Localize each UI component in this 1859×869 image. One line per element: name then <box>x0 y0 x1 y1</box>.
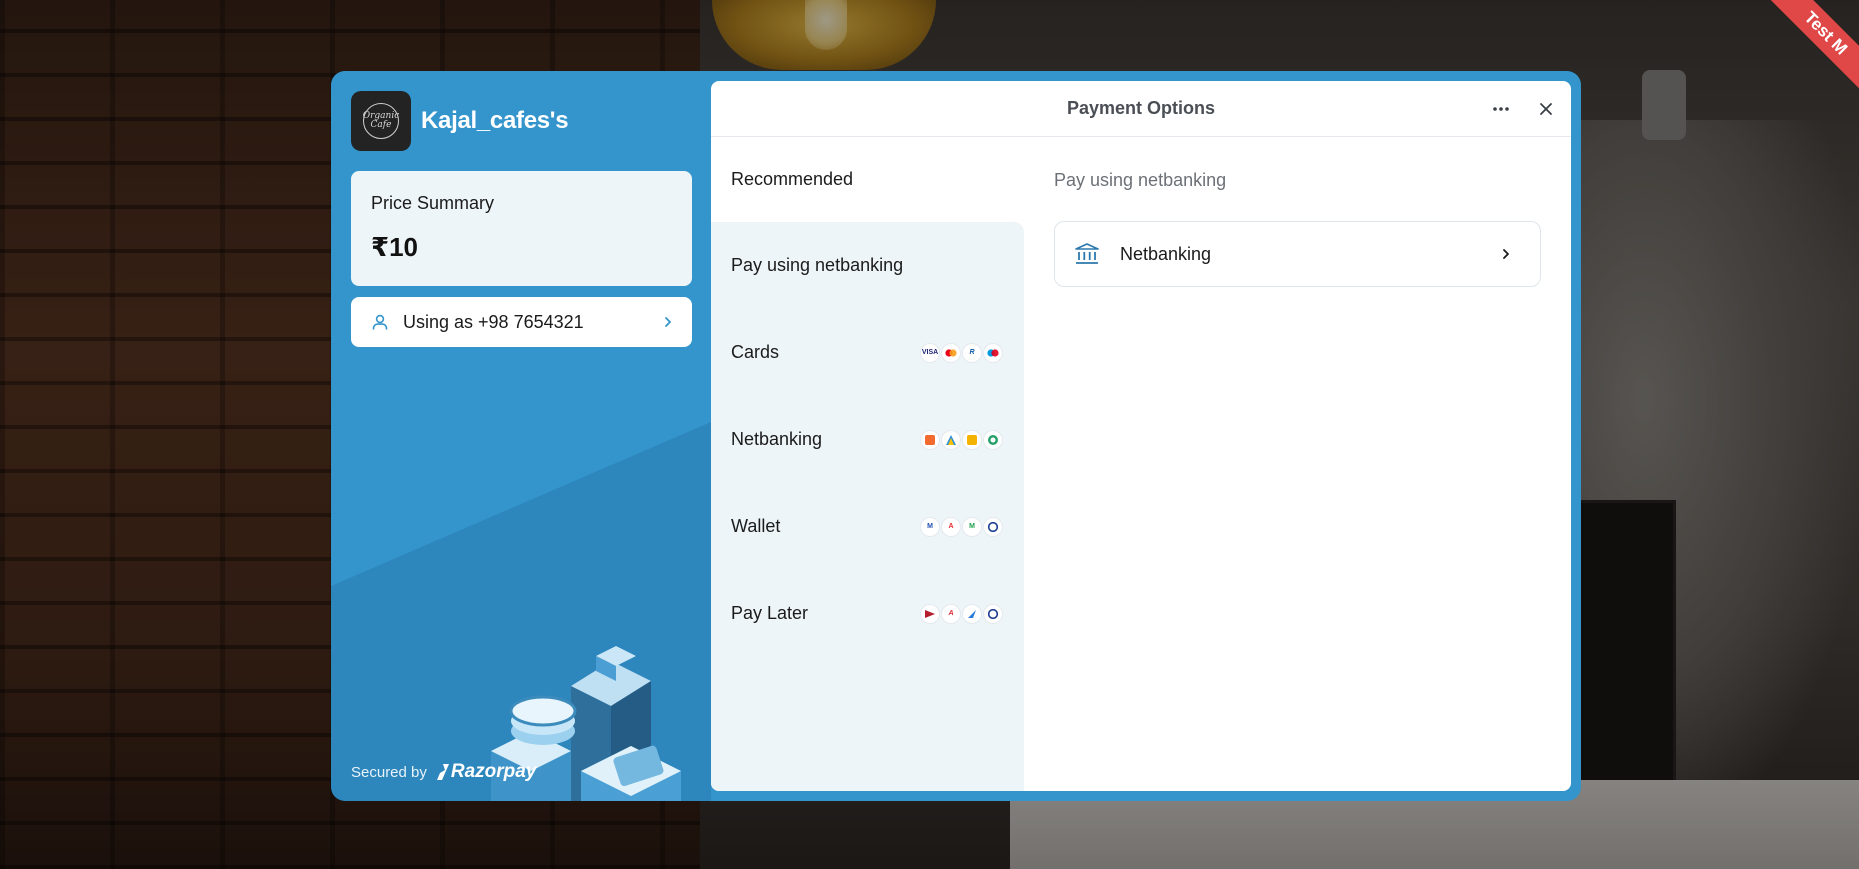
chevron-right-icon <box>1503 249 1509 259</box>
rupay-icon: R <box>963 343 981 362</box>
maestro-icon <box>984 343 1002 362</box>
card-network-icons: VISA R <box>921 343 1002 362</box>
method-label: Pay using netbanking <box>731 255 904 275</box>
recommended-heading: Recommended <box>711 137 1024 222</box>
wallet-icon <box>984 517 1002 536</box>
method-netbanking[interactable]: Netbanking <box>711 396 1024 483</box>
pay-later-icon <box>984 604 1002 623</box>
checkout-modal: Organic Cafe Kajal_cafes's Price Summary… <box>331 71 1581 801</box>
pay-later-icon: A <box>942 604 960 623</box>
secured-by-footer: Secured by Razorpay <box>351 761 536 783</box>
pay-later-icon <box>921 604 939 623</box>
user-icon <box>372 314 388 330</box>
method-pay-using-netbanking[interactable]: Pay using netbanking <box>711 222 1024 309</box>
bank-icon <box>1075 243 1099 264</box>
merchant-logo-text: Organic Cafe <box>363 103 399 139</box>
method-cards[interactable]: Cards VISA R <box>711 309 1024 396</box>
close-icon[interactable] <box>1537 100 1555 118</box>
netbanking-option[interactable]: Netbanking <box>1054 221 1541 287</box>
panel-title: Payment Options <box>1066 98 1216 118</box>
method-pay-later[interactable]: Pay Later A <box>711 570 1024 657</box>
bank-icon <box>921 430 939 449</box>
razorpay-brand-text: Razorpay <box>450 761 537 782</box>
razorpay-mark-icon <box>436 764 449 780</box>
more-options-icon[interactable] <box>1491 101 1511 117</box>
method-label: Netbanking <box>731 429 823 449</box>
merchant-header: Organic Cafe Kajal_cafes's <box>351 91 569 151</box>
payment-methods-sidebar: Recommended Pay using netbanking Cards V… <box>711 137 1024 791</box>
pay-later-icons: A <box>921 604 1002 623</box>
pay-later-icon <box>963 604 981 623</box>
method-label: Pay Later <box>731 603 809 623</box>
method-label: Cards <box>731 342 780 362</box>
user-contact-button[interactable]: Using as +98 7654321 <box>351 297 692 347</box>
wallet-icons: M A M <box>921 517 1002 536</box>
price-summary-card: Price Summary ₹10 <box>351 171 692 286</box>
bank-icon <box>942 430 960 449</box>
wallet-icon: M <box>963 517 981 536</box>
wallet-icon: M <box>921 517 939 536</box>
razorpay-logo: Razorpay <box>436 761 537 783</box>
wallet-icon: A <box>942 517 960 536</box>
user-contact-label: Using as +98 7654321 <box>403 311 584 332</box>
secured-by-label: Secured by <box>351 763 427 781</box>
chevron-right-icon <box>665 317 671 327</box>
merchant-panel: Organic Cafe Kajal_cafes's Price Summary… <box>331 71 711 801</box>
visa-icon: VISA <box>921 343 939 362</box>
bank-icon <box>963 430 981 449</box>
bank-icon <box>984 430 1002 449</box>
price-amount: ₹10 <box>371 232 419 262</box>
method-label: Wallet <box>731 516 781 536</box>
panel-header: Payment Options <box>711 81 1571 137</box>
netbanking-option-label: Netbanking <box>1120 243 1212 264</box>
payment-options-panel: Payment Options Recommended Pay using ne… <box>711 81 1571 791</box>
price-summary-title: Price Summary <box>371 193 495 213</box>
mastercard-icon <box>942 343 960 362</box>
merchant-name: Kajal_cafes's <box>421 107 569 134</box>
netbanking-detail: Pay using netbanking Netbanking <box>1024 137 1571 791</box>
merchant-logo: Organic Cafe <box>351 91 411 151</box>
payment-methods-list: Pay using netbanking Cards VISA R Netban… <box>711 222 1024 791</box>
detail-title: Pay using netbanking <box>1054 170 1227 190</box>
method-wallet[interactable]: Wallet M A M <box>711 483 1024 570</box>
bank-icons <box>921 430 1002 449</box>
